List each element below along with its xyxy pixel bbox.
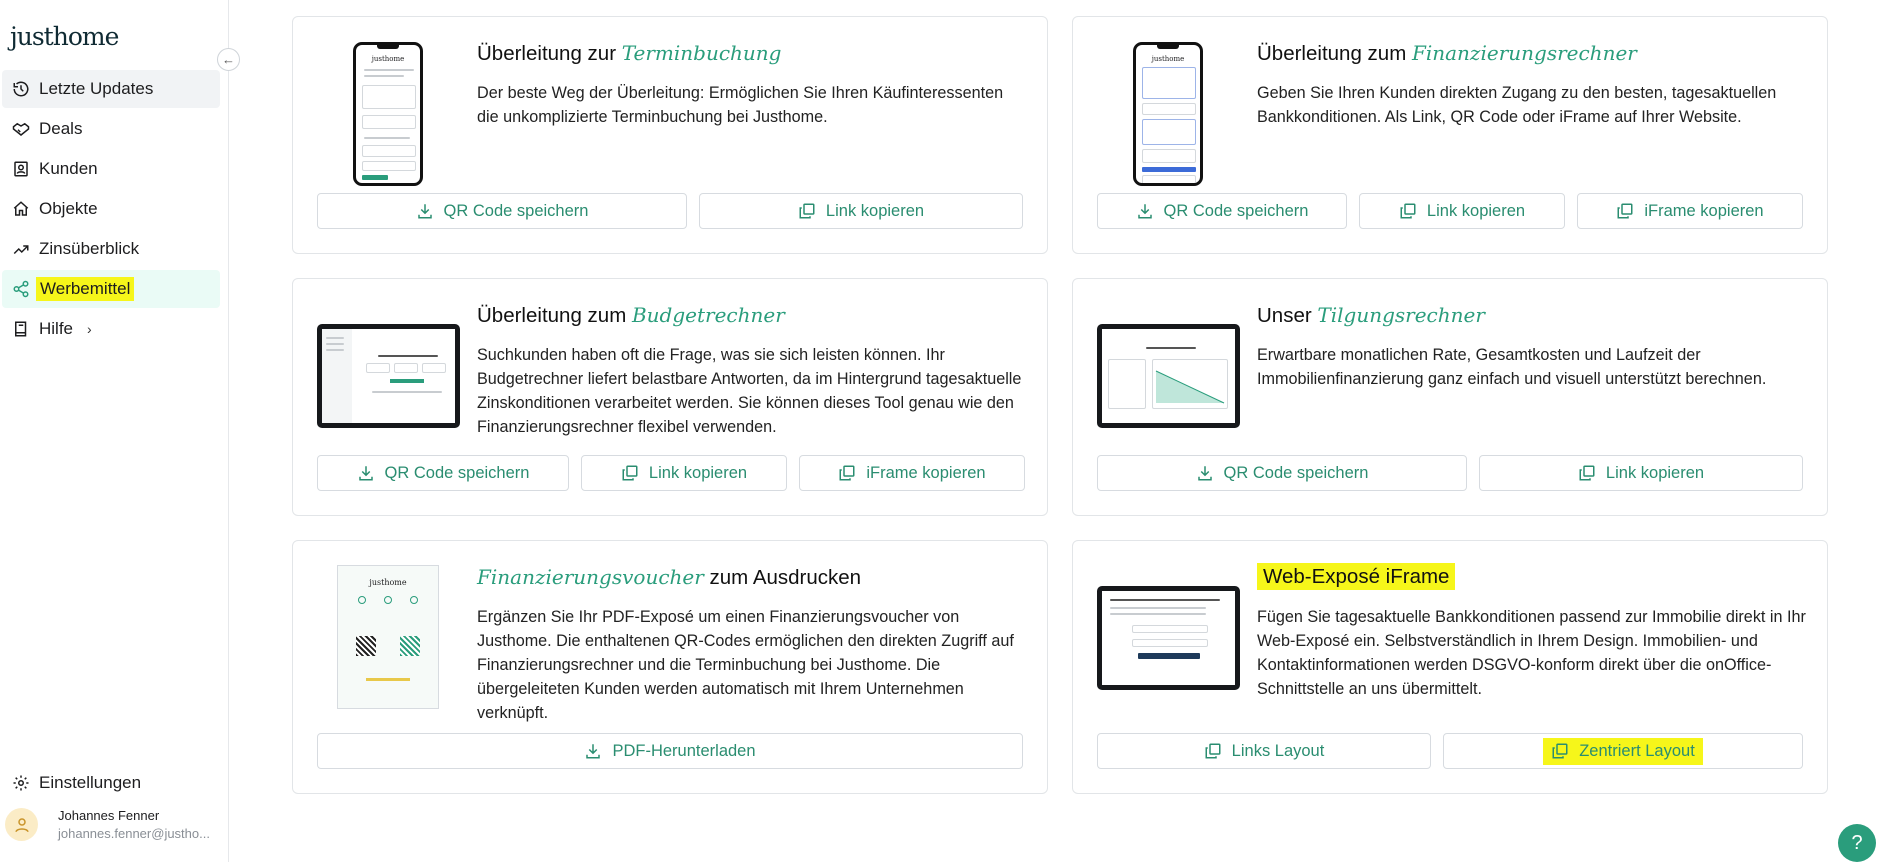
sidebar-item-label: Kunden: [39, 159, 98, 178]
copy-icon: [1400, 203, 1416, 219]
handshake-icon: [11, 119, 31, 139]
card-terminbuchung: justhome Überleitung zur Terminbuchung D…: [292, 16, 1048, 254]
mini-logo: justhome: [371, 55, 405, 63]
gear-icon: [11, 773, 31, 793]
laptop-preview-image: [1097, 586, 1240, 690]
user-name: Johannes Fenner: [58, 808, 160, 823]
sidebar-item-label: Letzte Updates: [39, 79, 154, 98]
sidebar-item-label: Werbemittel: [36, 277, 135, 301]
sidebar-item-hilfe[interactable]: Hilfe ›: [2, 310, 220, 348]
copy-iframe-button[interactable]: iFrame kopieren: [1577, 193, 1803, 229]
user-profile[interactable]: Johannes Fenner johannes.fenner@justho..…: [2, 808, 210, 841]
card-budgetrechner: Überleitung zum Budgetrechner Suchkunden…: [292, 278, 1048, 516]
download-icon: [586, 744, 601, 759]
card-description: Suchkunden haben oft die Frage, was sie …: [477, 346, 1022, 436]
contacts-icon: [11, 159, 31, 179]
sidebar-item-kunden[interactable]: Kunden: [2, 150, 220, 188]
history-icon: [11, 79, 31, 99]
arrow-left-icon: ←: [222, 52, 235, 67]
sidebar-item-letzte-updates[interactable]: Letzte Updates: [2, 70, 220, 108]
copy-link-button[interactable]: Link kopieren: [1479, 455, 1803, 491]
sidebar-item-objekte[interactable]: Objekte: [2, 190, 220, 228]
chevron-right-icon: ›: [87, 321, 92, 337]
copy-link-button[interactable]: Link kopieren: [699, 193, 1023, 229]
trend-up-icon: [11, 239, 31, 259]
mini-chart: [1155, 370, 1225, 404]
card-title: Überleitung zum Budgetrechner: [477, 303, 785, 327]
copy-icon: [622, 465, 638, 481]
download-icon: [1197, 466, 1212, 481]
copy-link-button[interactable]: Link kopieren: [1359, 193, 1565, 229]
collapse-sidebar-button[interactable]: ←: [217, 48, 240, 71]
copy-icon: [1579, 465, 1595, 481]
layout-centered-button[interactable]: Zentriert Layout: [1443, 733, 1803, 769]
user-email: johannes.fenner@justho...: [58, 826, 210, 841]
card-tilgungsrechner: Unser Tilgungsrechner Erwartbare monatli…: [1072, 278, 1828, 516]
card-description: Ergänzen Sie Ihr PDF-Exposé um einen Fin…: [477, 608, 1014, 722]
phone-preview-image: justhome: [1133, 42, 1203, 186]
voucher-preview-image: justhome: [337, 565, 439, 709]
card-description: Erwartbare monatlichen Rate, Gesamtkoste…: [1257, 346, 1767, 388]
home-icon: [11, 199, 31, 219]
card-title: Unser Tilgungsrechner: [1257, 303, 1485, 327]
sidebar-item-label: Hilfe: [39, 319, 74, 338]
card-finanzierungsvoucher: justhome Finanzierungsvoucher zum Ausdru…: [292, 540, 1048, 794]
download-icon: [1137, 204, 1152, 219]
settings-row[interactable]: Einstellungen: [2, 764, 220, 802]
sidebar-item-zinsueberblick[interactable]: Zinsüberblick: [2, 230, 220, 268]
laptop-preview-image: [317, 324, 460, 428]
sidebar-item-label: Zinsüberblick: [39, 239, 140, 258]
help-button[interactable]: ?: [1838, 824, 1876, 862]
card-title: Überleitung zum Finanzierungsrechner: [1257, 41, 1637, 65]
book-icon: [11, 319, 31, 339]
sidebar-item-deals[interactable]: Deals: [2, 110, 220, 148]
copy-icon: [1552, 743, 1568, 759]
phone-preview-image: justhome: [353, 42, 423, 186]
qr-code-save-button[interactable]: QR Code speichern: [1097, 455, 1467, 491]
card-title: Überleitung zur Terminbuchung: [477, 41, 782, 65]
sidebar-item-label: Objekte: [39, 199, 98, 218]
mini-logo: justhome: [1151, 55, 1185, 63]
card-description: Geben Sie Ihren Kunden direkten Zugang z…: [1257, 84, 1777, 126]
mini-logo: justhome: [369, 578, 407, 587]
copy-icon: [839, 465, 855, 481]
card-title: Web-Exposé iFrame: [1257, 563, 1456, 590]
sidebar: justhome Letzte Updates Deals Kunden Obj…: [0, 0, 229, 862]
justhome-logo[interactable]: justhome: [10, 22, 119, 51]
qr-code-image: [356, 636, 376, 656]
qr-code-image: [400, 636, 420, 656]
copy-iframe-button[interactable]: iFrame kopieren: [799, 455, 1025, 491]
layout-left-button[interactable]: Links Layout: [1097, 733, 1431, 769]
copy-icon: [1205, 743, 1221, 759]
download-icon: [417, 204, 432, 219]
card-description: Fügen Sie tagesaktuelle Bankkonditionen …: [1257, 608, 1806, 698]
card-web-expose-iframe: Web-Exposé iFrame Fügen Sie tagesaktuell…: [1072, 540, 1828, 794]
settings-label: Einstellungen: [39, 773, 142, 792]
qr-code-save-button[interactable]: QR Code speichern: [1097, 193, 1347, 229]
pdf-download-button[interactable]: PDF-Herunterladen: [317, 733, 1023, 769]
qr-code-save-button[interactable]: QR Code speichern: [317, 193, 687, 229]
highlight: Zentriert Layout: [1543, 737, 1703, 765]
sidebar-item-einstellungen[interactable]: Einstellungen: [2, 764, 220, 802]
laptop-preview-image: [1097, 324, 1240, 428]
copy-icon: [799, 203, 815, 219]
card-title: Finanzierungsvoucher zum Ausdrucken: [477, 565, 862, 589]
avatar: [5, 808, 38, 841]
card-finanzierungsrechner: justhome Überleitung zum Finanzierungsre…: [1072, 16, 1828, 254]
card-description: Der beste Weg der Überleitung: Ermöglich…: [477, 84, 1004, 126]
download-icon: [358, 466, 373, 481]
share-icon: [11, 279, 31, 299]
sidebar-item-werbemittel[interactable]: Werbemittel: [2, 270, 220, 308]
help-label: ?: [1851, 831, 1863, 854]
qr-code-save-button[interactable]: QR Code speichern: [317, 455, 569, 491]
copy-icon: [1617, 203, 1633, 219]
sidebar-nav: Letzte Updates Deals Kunden Objekte Zins…: [0, 70, 220, 350]
sidebar-item-label: Deals: [39, 119, 83, 138]
copy-link-button[interactable]: Link kopieren: [581, 455, 787, 491]
